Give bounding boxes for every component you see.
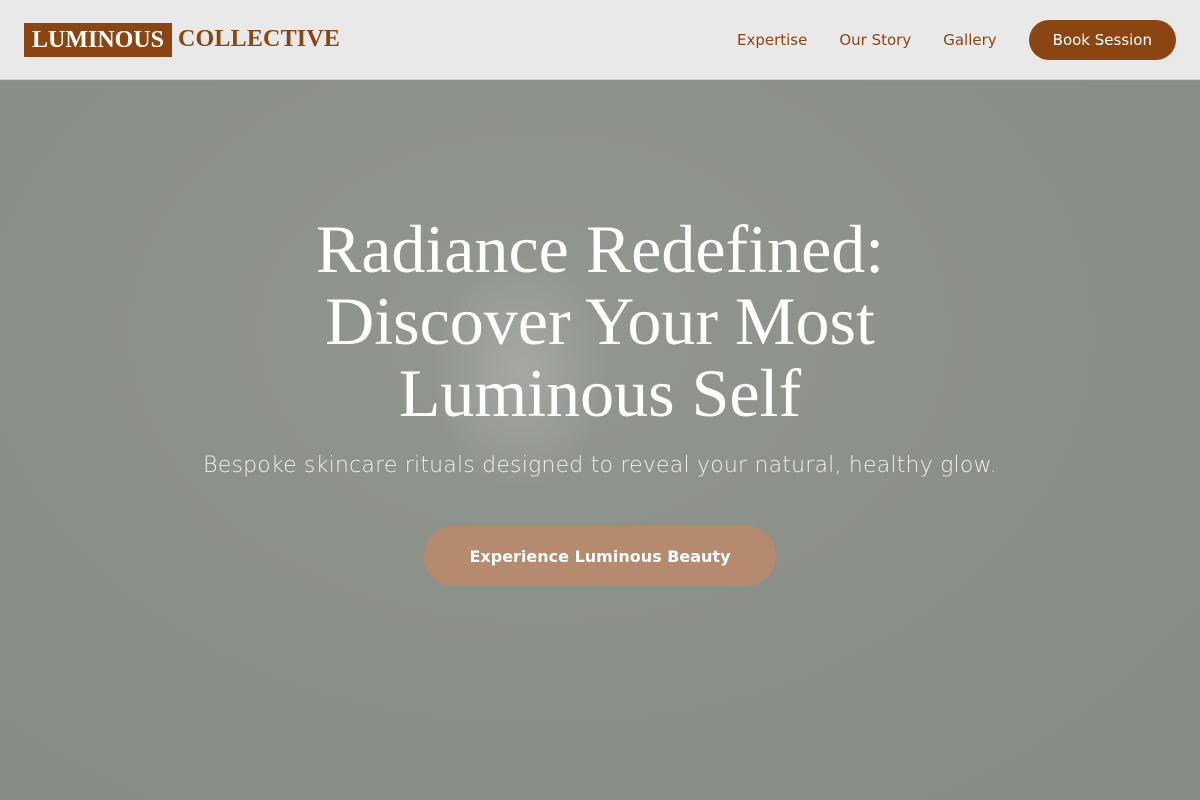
experience-beauty-button[interactable]: Experience Luminous Beauty	[424, 526, 776, 586]
nav-link-expertise[interactable]: Expertise	[737, 31, 807, 49]
hero-subtitle: Bespoke skincare rituals designed to rev…	[203, 453, 997, 478]
nav-link-our-story[interactable]: Our Story	[839, 31, 911, 49]
nav-link-gallery[interactable]: Gallery	[943, 31, 996, 49]
hero-section: Radiance Redefined: Discover Your Most L…	[0, 81, 1200, 800]
logo-primary: LUMINOUS	[24, 22, 173, 57]
logo[interactable]: LUMINOUS COLLECTIVE	[24, 22, 341, 57]
book-session-button[interactable]: Book Session	[1028, 19, 1176, 60]
hero-title: Radiance Redefined: Discover Your Most L…	[315, 211, 885, 431]
logo-secondary: COLLECTIVE	[178, 26, 341, 52]
main-nav: Expertise Our Story Gallery Book Session	[737, 19, 1176, 60]
site-header: LUMINOUS COLLECTIVE Expertise Our Story …	[0, 0, 1200, 80]
